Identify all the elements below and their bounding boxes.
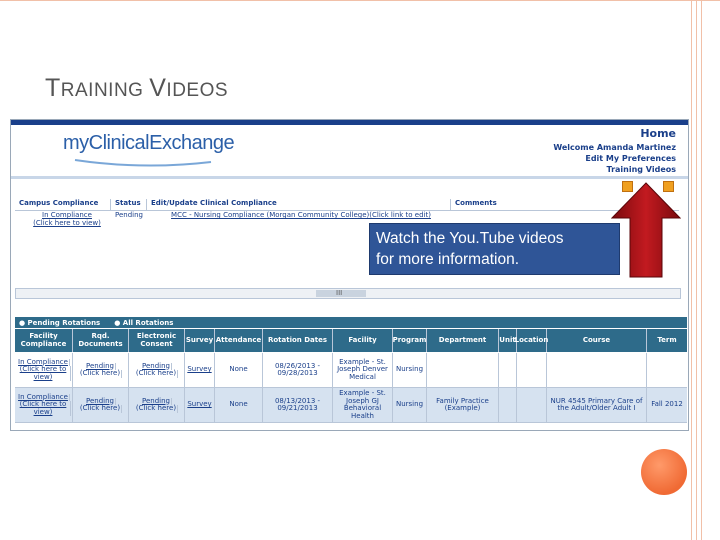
home-link[interactable]: Home	[553, 128, 676, 139]
preferences-link[interactable]: Edit My Preferences	[553, 153, 676, 164]
header-separator	[11, 176, 688, 179]
department-cell	[427, 353, 499, 387]
term-cell	[647, 353, 687, 387]
survey-link[interactable]: Survey	[185, 388, 215, 422]
rotations-header-cell: Rotation Dates	[263, 329, 333, 352]
facility-cell: Example - St. Joseph GJ Behavioral Healt…	[333, 388, 393, 422]
unit-cell	[499, 353, 517, 387]
program-cell: Nursing	[393, 388, 427, 422]
compliance-header-row: Campus Compliance Status Edit/Update Cli…	[15, 199, 679, 211]
attendance-cell: None	[215, 353, 263, 387]
rotations-header-cell: Term	[657, 335, 677, 344]
facility-compliance-view-link[interactable]: (Click here to view)	[16, 401, 71, 417]
facility-cell: Example - St. Joseph Denver Medical	[333, 353, 393, 387]
horizontal-scrollbar[interactable]: III	[15, 288, 681, 299]
decorative-circle	[641, 449, 687, 495]
rotations-header-cell: Survey	[185, 329, 215, 352]
course-cell	[547, 353, 647, 387]
rotations-header-cell: Course	[547, 329, 647, 352]
table-row: In Compliance (Click here to view) Pendin…	[15, 353, 687, 388]
unit-cell	[499, 388, 517, 422]
consent-sub[interactable]: (Click here)	[135, 369, 179, 378]
tab-pending-rotations[interactable]: ● Pending Rotations	[19, 319, 100, 327]
rotation-tabs: ● Pending Rotations ● All Rotations	[15, 317, 687, 328]
consent-sub[interactable]: (Click here)	[135, 404, 179, 413]
documents-sub[interactable]: (Click here)	[79, 369, 123, 378]
facility-compliance-cell[interactable]: In Compliance (Click here to view)	[15, 388, 73, 422]
compliance-view-link[interactable]: (Click here to view)	[29, 219, 101, 227]
rotations-header-cell: Location	[515, 329, 548, 352]
campus-compliance-cell[interactable]: In Compliance (Click here to view)	[15, 211, 111, 229]
consent-cell[interactable]: Pending (Click here)	[129, 388, 185, 422]
up-arrow-icon	[611, 182, 681, 278]
frame-border-line	[701, 0, 702, 540]
documents-sub[interactable]: (Click here)	[79, 404, 123, 413]
rotations-header-cell: Facility Compliance	[15, 329, 73, 352]
scrollbar-grip: III	[336, 289, 343, 297]
compliance-status: Pending	[115, 211, 143, 219]
attendance-cell: None	[215, 388, 263, 422]
dates-cell: 08/13/2013 - 09/21/2013	[263, 388, 333, 422]
callout-line: Watch the You.Tube videos	[376, 230, 564, 247]
location-cell	[517, 388, 547, 422]
table-row: In Compliance (Click here to view) Pendin…	[15, 388, 687, 423]
dates-cell: 08/26/2013 - 09/28/2013	[263, 353, 333, 387]
facility-compliance-view-link[interactable]: (Click here to view)	[16, 366, 71, 382]
rotations-header-row: Facility Compliance Rqd. Documents Elect…	[15, 329, 687, 352]
compliance-status-link[interactable]: In Compliance	[38, 211, 92, 219]
tab-all-rotations[interactable]: ● All Rotations	[114, 319, 173, 327]
term-cell: Fall 2012	[651, 400, 683, 409]
app-logo[interactable]: myClinicalExchange	[63, 132, 235, 155]
rotations-header-cell: Electronic Consent	[129, 329, 185, 352]
callout-box: Watch the You.Tube videos for more infor…	[369, 223, 620, 275]
documents-cell[interactable]: Pending (Click here)	[73, 388, 129, 422]
slide-title: TRAINING VIDEOS	[45, 74, 228, 103]
program-cell: Nursing	[393, 353, 427, 387]
department-cell: Family Practice (Example)	[427, 388, 499, 422]
rotations-header-cell: Attendance	[215, 329, 263, 352]
tab-label: Pending Rotations	[27, 318, 101, 327]
rotations-header-cell: Rqd. Documents	[73, 329, 129, 352]
consent-cell[interactable]: Pending (Click here)	[129, 353, 185, 387]
title-part: IDEOS	[166, 80, 229, 101]
facility-compliance-cell[interactable]: In Compliance (Click here to view)	[15, 353, 73, 387]
rotations-header-cell: Department	[427, 329, 499, 352]
header-links: Home Welcome Amanda Martinez Edit My Pre…	[553, 128, 676, 175]
rotations-header-cell: Program	[393, 329, 427, 352]
welcome-text: Welcome Amanda Martinez	[553, 143, 676, 152]
compliance-header-cell: Status	[111, 199, 147, 210]
tab-label: All Rotations	[122, 318, 174, 327]
title-letter: T	[45, 74, 61, 102]
frame-top-line	[0, 0, 720, 1]
app-top-bar	[11, 120, 688, 125]
compliance-header-cell: Edit/Update Clinical Compliance	[147, 199, 451, 210]
location-cell	[517, 353, 547, 387]
callout-line: for more information.	[376, 251, 519, 268]
frame-border-line	[691, 0, 692, 540]
rotations-header-cell: Facility	[333, 329, 393, 352]
course-cell: NUR 4545 Primary Care of the Adult/Older…	[547, 388, 647, 422]
documents-cell[interactable]: Pending (Click here)	[73, 353, 129, 387]
title-part: RAINING	[60, 80, 150, 101]
survey-link[interactable]: Survey	[185, 353, 215, 387]
app-screenshot: myClinicalExchange Home Welcome Amanda M…	[10, 119, 689, 431]
compliance-header-cell: Campus Compliance	[15, 199, 111, 210]
training-videos-link[interactable]: Training Videos	[553, 164, 676, 175]
logo-swoosh-icon	[74, 159, 212, 167]
frame-border-line	[696, 0, 697, 540]
title-letter: V	[149, 74, 167, 102]
